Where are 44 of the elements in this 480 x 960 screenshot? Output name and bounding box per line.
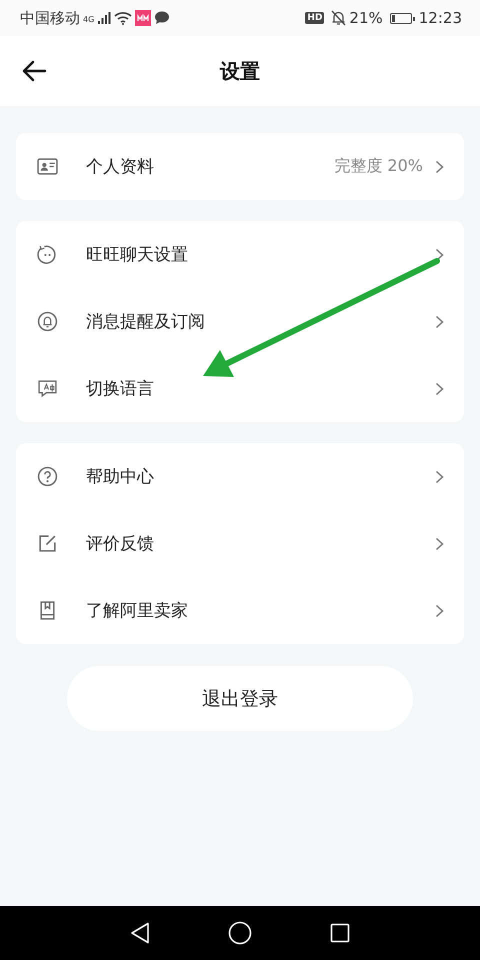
chevron-right-icon [435, 604, 444, 618]
chat-face-icon [37, 244, 58, 265]
row-label: 消息提醒及订阅 [86, 311, 206, 333]
page-title: 设置 [220, 58, 260, 84]
message-icon [154, 11, 170, 25]
completion-value: 完整度 20% [334, 156, 423, 177]
network-type: 4G [83, 14, 94, 24]
row-label: 了解阿里卖家 [86, 600, 189, 622]
settings-row[interactable]: 旺旺聊天设置 [16, 221, 464, 288]
logout-button[interactable]: 退出登录 [67, 666, 413, 731]
clock-time: 12:23 [418, 9, 462, 27]
hd-badge: HD [305, 12, 324, 24]
signal-icon [97, 11, 112, 25]
app-notification-icon [135, 10, 152, 26]
edit-icon [37, 533, 58, 554]
settings-row[interactable]: 个人资料 完整度 20% [16, 133, 464, 200]
settings-row[interactable]: 评价反馈 [16, 510, 464, 577]
battery-percent: 21% [349, 9, 383, 27]
settings-row[interactable]: 帮助中心 [16, 443, 464, 510]
row-label: 旺旺聊天设置 [86, 244, 189, 266]
mute-bell-icon [331, 10, 346, 26]
row-label: 帮助中心 [86, 466, 155, 488]
settings-row[interactable]: 消息提醒及订阅 [16, 288, 464, 355]
chevron-right-icon [435, 160, 444, 174]
row-label: 个人资料 [86, 156, 155, 178]
carrier-name: 中国移动 [20, 8, 80, 28]
chevron-right-icon [435, 536, 444, 550]
wifi-icon [114, 11, 132, 25]
chevron-right-icon [435, 382, 444, 396]
chevron-right-icon [435, 314, 444, 328]
home-nav-icon[interactable] [228, 921, 252, 945]
profile-card-icon [37, 156, 58, 177]
chevron-right-icon [435, 248, 444, 262]
language-icon [37, 378, 58, 399]
bell-icon [37, 311, 58, 332]
row-label: 评价反馈 [86, 533, 155, 555]
row-label: 切换语言 [86, 378, 155, 400]
settings-row[interactable]: 了解阿里卖家 [16, 577, 464, 644]
chevron-right-icon [435, 470, 444, 484]
help-icon [37, 466, 58, 487]
back-nav-icon[interactable] [130, 922, 150, 944]
recents-nav-icon[interactable] [330, 923, 350, 943]
settings-row[interactable]: 切换语言 [16, 355, 464, 422]
battery-icon [390, 12, 412, 24]
